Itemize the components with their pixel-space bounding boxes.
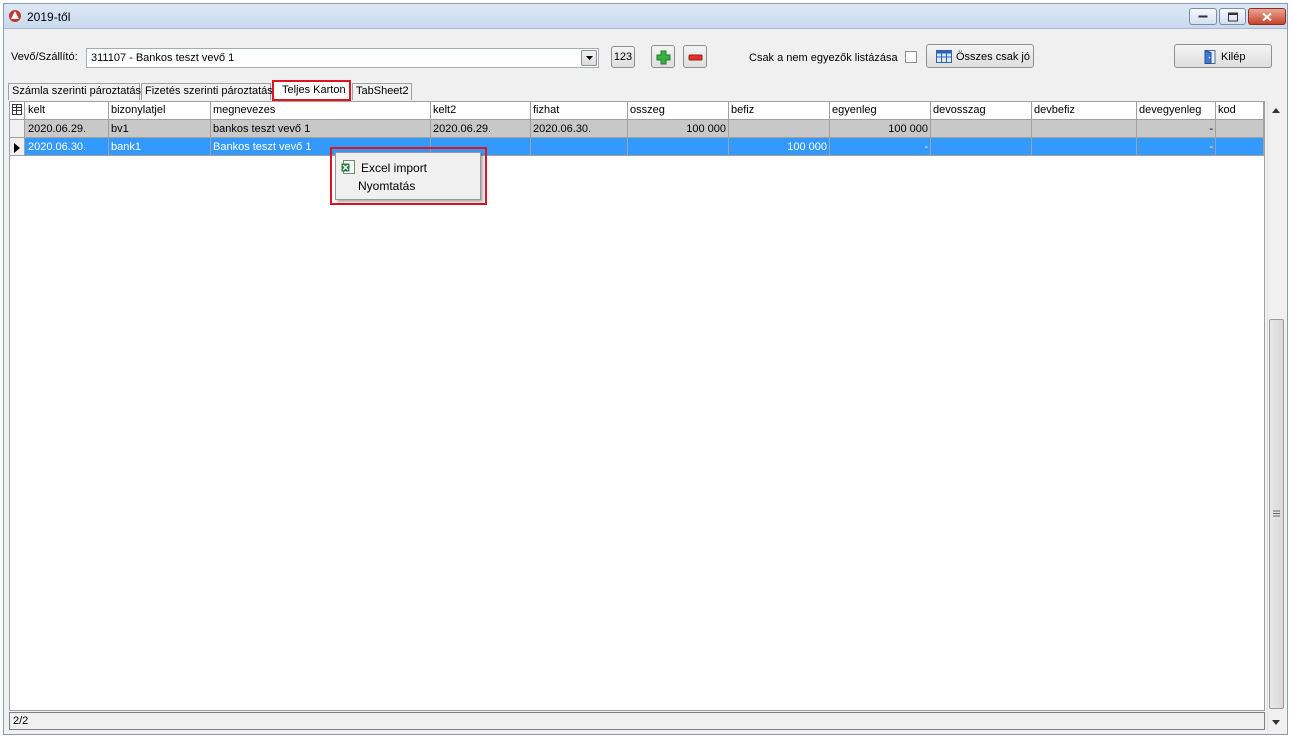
cell-fizhat: 2020.06.30.: [531, 120, 628, 138]
toolbar: Vevő/Szállító: 311107 - Bankos teszt vev…: [4, 30, 1287, 80]
app-icon: [9, 10, 21, 22]
row-indicator: [10, 138, 25, 156]
menu-item-print[interactable]: Nyomtatás: [358, 179, 415, 193]
cell-devbefiz: [1032, 120, 1137, 138]
col-header-devosszag[interactable]: devosszag: [931, 102, 1032, 119]
col-header-devbefiz[interactable]: devbefiz: [1032, 102, 1137, 119]
tab-sheet2[interactable]: TabSheet2: [352, 83, 412, 100]
scroll-up-icon[interactable]: [1272, 108, 1280, 113]
cell-kod: [1216, 120, 1264, 138]
vertical-scrollbar[interactable]: [1267, 101, 1284, 734]
col-header-osszeg[interactable]: osszeg: [628, 102, 729, 119]
record-count: 2/2: [13, 715, 29, 727]
table-icon: [936, 50, 952, 63]
row-indicator: [10, 120, 25, 138]
cell-kod: [1216, 138, 1264, 156]
remove-button[interactable]: [683, 45, 707, 68]
customer-combobox[interactable]: 311107 - Bankos teszt vevő 1: [86, 48, 599, 68]
cell-devegyenleg: -: [1137, 138, 1216, 156]
scroll-down-icon[interactable]: [1272, 720, 1280, 725]
col-header-bizonylatjel[interactable]: bizonylatjel: [109, 102, 211, 119]
minus-icon: [688, 54, 703, 61]
tab-payment-pairing[interactable]: Fizetés szerinti pároztatás: [141, 83, 273, 100]
title-bar: 2019-től: [4, 4, 1287, 29]
chevron-down-icon: [586, 56, 593, 60]
cell-devosszag: [931, 138, 1032, 156]
exit-label: Kilép: [1221, 51, 1246, 63]
customer-label: Vevő/Szállító:: [11, 51, 78, 63]
col-header-befiz[interactable]: befiz: [729, 102, 830, 119]
ledger-grid[interactable]: kelt bizonylatjel megnevezes kelt2 fizha…: [9, 101, 1265, 711]
all-ok-button[interactable]: Összes csak jó: [926, 44, 1034, 68]
col-header-megnevezes[interactable]: megnevezes: [211, 102, 431, 119]
plus-icon: [656, 50, 671, 65]
cell-devosszag: [931, 120, 1032, 138]
main-window: 2019-től Vevő/Szállító: 311107 - Bankos …: [3, 3, 1288, 735]
cell-befiz: [729, 120, 830, 138]
window-title: 2019-től: [27, 10, 71, 24]
cell-bizonylatjel: bank1: [109, 138, 211, 156]
cell-bizonylatjel: bv1: [109, 120, 211, 138]
current-row-arrow-icon: [14, 143, 20, 153]
exit-button[interactable]: Kilép: [1174, 44, 1272, 68]
context-menu: Excel import Nyomtatás: [335, 152, 481, 200]
grip-icon: [1273, 510, 1280, 517]
maximize-button[interactable]: [1219, 8, 1246, 25]
add-button[interactable]: [651, 45, 675, 68]
menu-item-excel-import[interactable]: Excel import: [361, 161, 427, 175]
cell-devegyenleg: -: [1137, 120, 1216, 138]
customer-value: 311107 - Bankos teszt vevő 1: [91, 52, 235, 64]
only-mismatch-checkbox[interactable]: [905, 51, 917, 63]
cell-megnevezes: bankos teszt vevő 1: [211, 120, 431, 138]
col-header-kod[interactable]: kod: [1216, 102, 1264, 119]
col-header-kelt2[interactable]: kelt2: [431, 102, 531, 119]
cell-devbefiz: [1032, 138, 1137, 156]
cell-osszeg: 100 000: [628, 120, 729, 138]
close-button[interactable]: [1248, 8, 1286, 25]
excel-icon: [341, 160, 355, 174]
minimize-icon: [1198, 15, 1208, 17]
cell-egyenleg: 100 000: [830, 120, 931, 138]
cell-kelt2: 2020.06.29.: [431, 120, 531, 138]
all-ok-label: Összes csak jó: [956, 50, 1030, 63]
cell-befiz: 100 000: [729, 138, 830, 156]
cell-osszeg: [628, 138, 729, 156]
minimize-button[interactable]: [1189, 8, 1217, 25]
grid-header: kelt bizonylatjel megnevezes kelt2 fizha…: [10, 102, 1264, 120]
only-mismatch-label: Csak a nem egyezők listázása: [749, 52, 898, 64]
status-bar: 2/2: [9, 712, 1265, 730]
cell-egyenleg: -: [830, 138, 931, 156]
col-header-egyenleg[interactable]: egyenleg: [830, 102, 931, 119]
tab-invoice-pairing[interactable]: Számla szerinti pároztatás: [8, 83, 141, 100]
column-settings-icon: [12, 104, 22, 115]
table-row-selected[interactable]: 2020.06.30. bank1 Bankos teszt vevő 1 10…: [10, 138, 1264, 156]
tab-full-ledger[interactable]: Teljes Karton: [272, 80, 351, 101]
scrollbar-thumb[interactable]: [1269, 319, 1284, 709]
col-header-kelt[interactable]: kelt: [26, 102, 109, 119]
close-icon: [1262, 12, 1272, 21]
combo-dropdown-button[interactable]: [581, 50, 597, 66]
restore-icon: [1227, 12, 1238, 21]
table-row[interactable]: 2020.06.29. bv1 bankos teszt vevő 1 2020…: [10, 120, 1264, 138]
col-header-fizhat[interactable]: fizhat: [531, 102, 628, 119]
number-button[interactable]: 123: [611, 46, 635, 68]
cell-kelt: 2020.06.29.: [26, 120, 109, 138]
door-icon: [1204, 50, 1216, 64]
col-header-devegyenleg[interactable]: devegyenleg: [1137, 102, 1216, 119]
column-settings-button[interactable]: [10, 102, 25, 119]
cell-fizhat: [531, 138, 628, 156]
cell-kelt: 2020.06.30.: [26, 138, 109, 156]
